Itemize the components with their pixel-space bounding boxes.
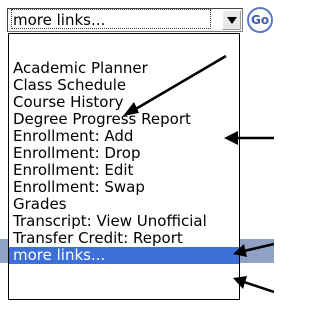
links-select[interactable]: more links... — [7, 8, 243, 32]
option-enrollment-add[interactable]: Enrollment: Add — [9, 128, 239, 145]
option-transfer-credit-report[interactable]: Transfer Credit: Report — [9, 230, 239, 247]
option-grades[interactable]: Grades — [9, 196, 239, 213]
dropdown-list: Academic Planner Class Schedule Course H… — [8, 33, 240, 300]
option-enrollment-edit[interactable]: Enrollment: Edit — [9, 162, 239, 179]
option-more-links[interactable]: more links... — [9, 247, 239, 264]
page: more links... Go Academic Planner Class … — [0, 0, 274, 321]
option-enrollment-swap[interactable]: Enrollment: Swap — [9, 179, 239, 196]
option-enrollment-drop[interactable]: Enrollment: Drop — [9, 145, 239, 162]
arrow-icon — [243, 280, 274, 294]
option-class-schedule[interactable]: Class Schedule — [9, 77, 239, 94]
option-academic-planner[interactable]: Academic Planner — [9, 60, 239, 77]
option-degree-progress-report[interactable]: Degree Progress Report — [9, 111, 239, 128]
option-transcript-view-unofficial[interactable]: Transcript: View Unofficial — [9, 213, 239, 230]
select-value: more links... — [11, 9, 211, 29]
go-button[interactable]: Go — [247, 7, 273, 33]
select-dropdown-button[interactable] — [222, 10, 241, 30]
chevron-down-icon — [227, 17, 237, 24]
option-course-history[interactable]: Course History — [9, 94, 239, 111]
